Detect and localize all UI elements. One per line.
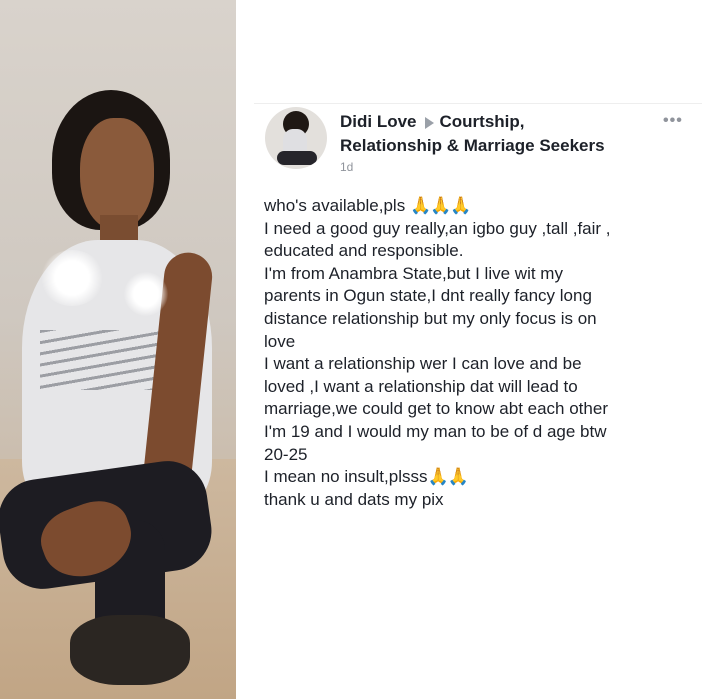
timestamp[interactable]: 1d	[340, 160, 670, 174]
avatar[interactable]	[265, 107, 327, 169]
post-line: parents in Ogun state,I dnt really fancy…	[264, 286, 592, 306]
post-line: I need a good guy really,an igbo guy ,ta…	[264, 218, 611, 238]
more-options-icon[interactable]: •••	[663, 112, 683, 130]
post-line: I mean no insult,plsss🙏🙏	[264, 467, 469, 487]
post-line: who's available,pls 🙏🙏🙏	[264, 196, 472, 215]
post-line: I'm from Anambra State,but I live wit my	[264, 263, 563, 283]
praying-hands-icon: 🙏🙏🙏	[409, 196, 472, 215]
author-name[interactable]: Didi Love	[340, 112, 417, 131]
right-triangle-icon	[424, 116, 434, 129]
post-card: Didi Love Courtship, Relationship & Marri…	[236, 0, 720, 699]
post-line: love	[264, 331, 296, 351]
post-line: thank u and dats my pix	[264, 489, 444, 509]
post-line: 20-25	[264, 444, 308, 464]
post-line: marriage,we could get to know abt each o…	[264, 399, 608, 419]
divider	[254, 103, 702, 104]
post-body: who's available,pls 🙏🙏🙏 I need a good gu…	[264, 195, 700, 511]
post-line: I'm 19 and I would my man to be of d age…	[264, 421, 607, 441]
post-line: educated and responsible.	[264, 241, 464, 261]
post-line: I want a relationship wer I can love and…	[264, 354, 582, 374]
group-name-cont[interactable]: Relationship & Marriage Seekers	[340, 134, 670, 158]
post-line: loved ,I want a relationship dat will le…	[264, 376, 578, 396]
profile-photo	[0, 0, 236, 699]
praying-hands-icon: 🙏🙏	[427, 467, 468, 487]
group-name[interactable]: Courtship,	[440, 112, 525, 131]
post-header: Didi Love Courtship, Relationship & Marri…	[340, 110, 670, 174]
post-line: distance relationship but my only focus …	[264, 308, 597, 328]
